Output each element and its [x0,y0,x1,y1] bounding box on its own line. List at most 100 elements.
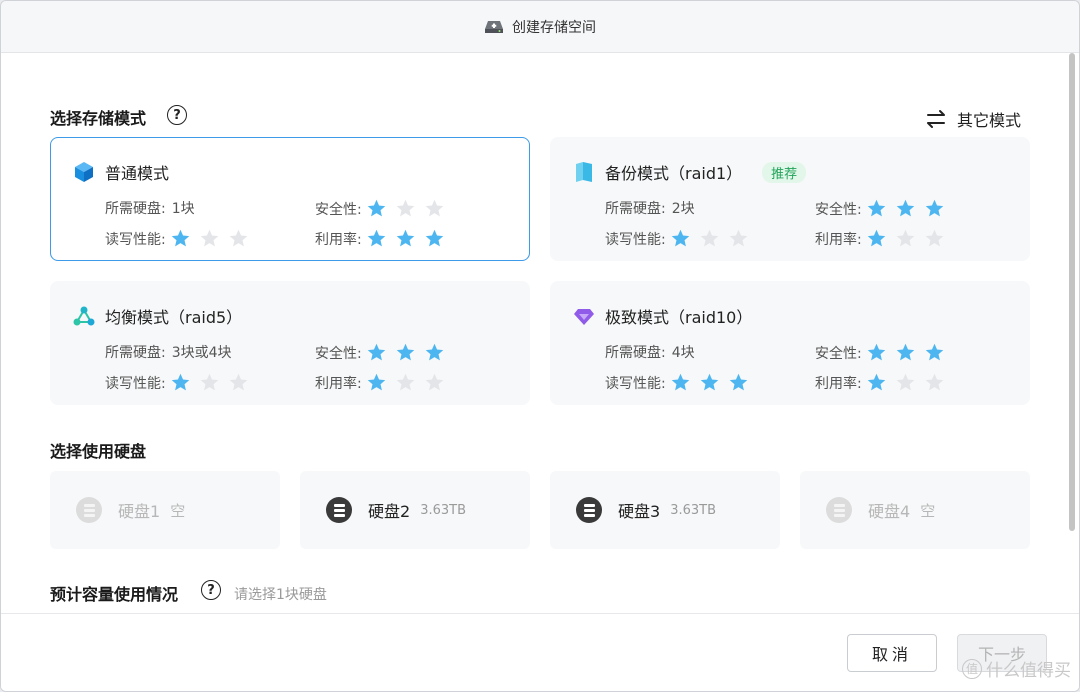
disk-select-heading: 选择使用硬盘 [50,442,147,461]
disk-icon [76,497,102,523]
disk-icon [326,497,352,523]
book-icon [576,162,592,182]
mode-card-backup[interactable]: 备份模式（raid1） 推荐 所需硬盘: 2块 安全性: 读写性能: 利用率: [550,137,1030,261]
other-mode-button[interactable]: 其它模式 [925,107,1021,131]
recommended-badge: 推荐 [762,161,807,183]
rw-stars [170,372,249,393]
mode-card-normal[interactable]: 普通模式 所需硬盘: 1块 安全性: 读写性能: 利用率: [50,137,530,261]
star-filled-icon [396,343,414,361]
star-empty-icon [229,373,247,391]
rw-stars [170,228,249,249]
help-icon[interactable]: ? [167,105,187,125]
star-filled-icon [867,199,885,217]
security-stars [366,342,445,363]
util-stars [366,372,445,393]
star-filled-icon [867,343,885,361]
util-label: 利用率: [815,375,862,392]
disk-item-3[interactable]: 硬盘3 3.63TB [550,471,780,549]
util-label: 利用率: [315,231,362,248]
mode-name: 均衡模式（raid5） [105,308,243,327]
capacity-hint: 请选择1块硬盘 [234,587,327,603]
rw-stars [670,228,749,249]
star-filled-icon [171,373,189,391]
util-stars [866,372,945,393]
security-label: 安全性: [315,345,362,362]
disks-value: 1块 [171,201,195,217]
disks-label: 所需硬盘: [605,201,666,217]
drive-icon [485,20,503,33]
star-empty-icon [700,229,718,247]
mode-card-balanced[interactable]: 均衡模式（raid5） 所需硬盘: 3块或4块 安全性: 读写性能: 利用率: [50,281,530,405]
util-stars [866,228,945,249]
disk-size: 空 [920,501,936,520]
disk-icon [826,497,852,523]
storage-mode-heading: 选择存储模式 [50,109,147,128]
security-stars [866,198,945,219]
star-filled-icon [729,373,747,391]
util-stars [366,228,445,249]
star-empty-icon [396,199,414,217]
mode-name: 普通模式 [105,164,170,183]
disk-item-4[interactable]: 硬盘4 空 [800,471,1030,549]
disk-name: 硬盘2 [368,502,411,521]
mode-name: 极致模式（raid10） [605,308,753,327]
star-filled-icon [367,229,385,247]
star-filled-icon [367,199,385,217]
star-empty-icon [729,229,747,247]
mode-card-extreme[interactable]: 极致模式（raid10） 所需硬盘: 4块 安全性: 读写性能: 利用率: [550,281,1030,405]
dialog-content: 选择存储模式 ? 其它模式 普通模式 所需硬盘:1块 安全性: 读写性能: 利 [1,53,1067,613]
rw-label: 读写性能: [605,375,666,392]
cube-icon [75,162,93,182]
star-empty-icon [229,229,247,247]
star-filled-icon [367,343,385,361]
dialog-footer: 取消 下一步 [1,613,1079,691]
star-empty-icon [425,199,443,217]
star-filled-icon [367,373,385,391]
disk-item-2[interactable]: 硬盘2 3.63TB [300,471,530,549]
star-filled-icon [425,229,443,247]
rw-label: 读写性能: [105,375,166,392]
create-storage-dialog: 创建存储空间 选择存储模式 ? 其它模式 普通模式 所需硬盘: 1块 安全性: [0,0,1080,692]
rw-label: 读写性能: [105,231,166,248]
util-label: 利用率: [315,375,362,392]
network-icon [73,306,95,326]
star-empty-icon [200,229,218,247]
star-filled-icon [896,343,914,361]
star-filled-icon [396,229,414,247]
swap-icon [926,110,945,128]
star-filled-icon [925,199,943,217]
disk-size: 空 [170,501,186,520]
star-empty-icon [896,229,914,247]
disks-value: 4块 [671,345,695,361]
rw-stars [670,372,749,393]
security-label: 安全性: [315,201,362,218]
disk-item-1[interactable]: 硬盘1 空 [50,471,280,549]
star-filled-icon [671,229,689,247]
disks-label: 所需硬盘: [105,345,166,361]
mode-name: 备份模式（raid1） [605,164,743,183]
security-stars [366,198,445,219]
star-empty-icon [200,373,218,391]
star-empty-icon [925,229,943,247]
rw-label: 读写性能: [605,231,666,248]
disks-value: 2块 [671,201,695,217]
star-filled-icon [867,373,885,391]
help-icon[interactable]: ? [201,580,221,600]
star-filled-icon [925,343,943,361]
scrollbar[interactable] [1067,53,1077,613]
disk-name: 硬盘4 [868,502,911,521]
disk-size: 3.63TB [420,502,466,518]
scroll-thumb[interactable] [1069,53,1075,531]
star-filled-icon [700,373,718,391]
capacity-heading: 预计容量使用情况 [50,585,179,604]
util-label: 利用率: [815,231,862,248]
star-empty-icon [896,373,914,391]
star-filled-icon [867,229,885,247]
watermark-badge: 值 [962,658,982,679]
star-filled-icon [671,373,689,391]
security-label: 安全性: [815,201,862,218]
disks-label: 所需硬盘: [605,345,666,361]
star-empty-icon [396,373,414,391]
cancel-button[interactable]: 取消 [847,634,937,672]
watermark: 值 什么值得买 [962,656,1071,681]
